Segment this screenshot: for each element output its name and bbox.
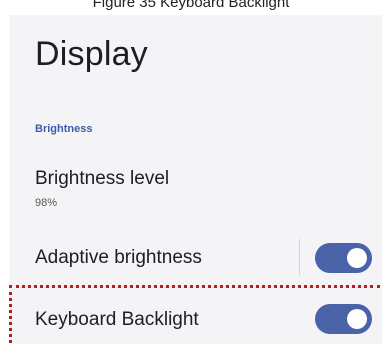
toggle-knob: [347, 309, 367, 329]
brightness-level-label: Brightness level: [35, 168, 170, 189]
row-divider: [299, 239, 300, 275]
toggle-knob: [347, 248, 367, 268]
adaptive-brightness-label: Adaptive brightness: [35, 247, 202, 268]
brightness-level-value: 98%: [35, 197, 58, 209]
display-settings-panel: Display Brightness Brightness level 98% …: [9, 15, 382, 344]
keyboard-backlight-label: Keyboard Backlight: [35, 309, 199, 330]
adaptive-brightness-toggle[interactable]: [315, 243, 372, 273]
figure-caption: Figure 35 Keyboard Backlight: [92, 0, 290, 11]
section-header-brightness: Brightness: [35, 123, 93, 135]
page-title: Display: [35, 35, 148, 73]
keyboard-backlight-toggle[interactable]: [315, 304, 372, 334]
